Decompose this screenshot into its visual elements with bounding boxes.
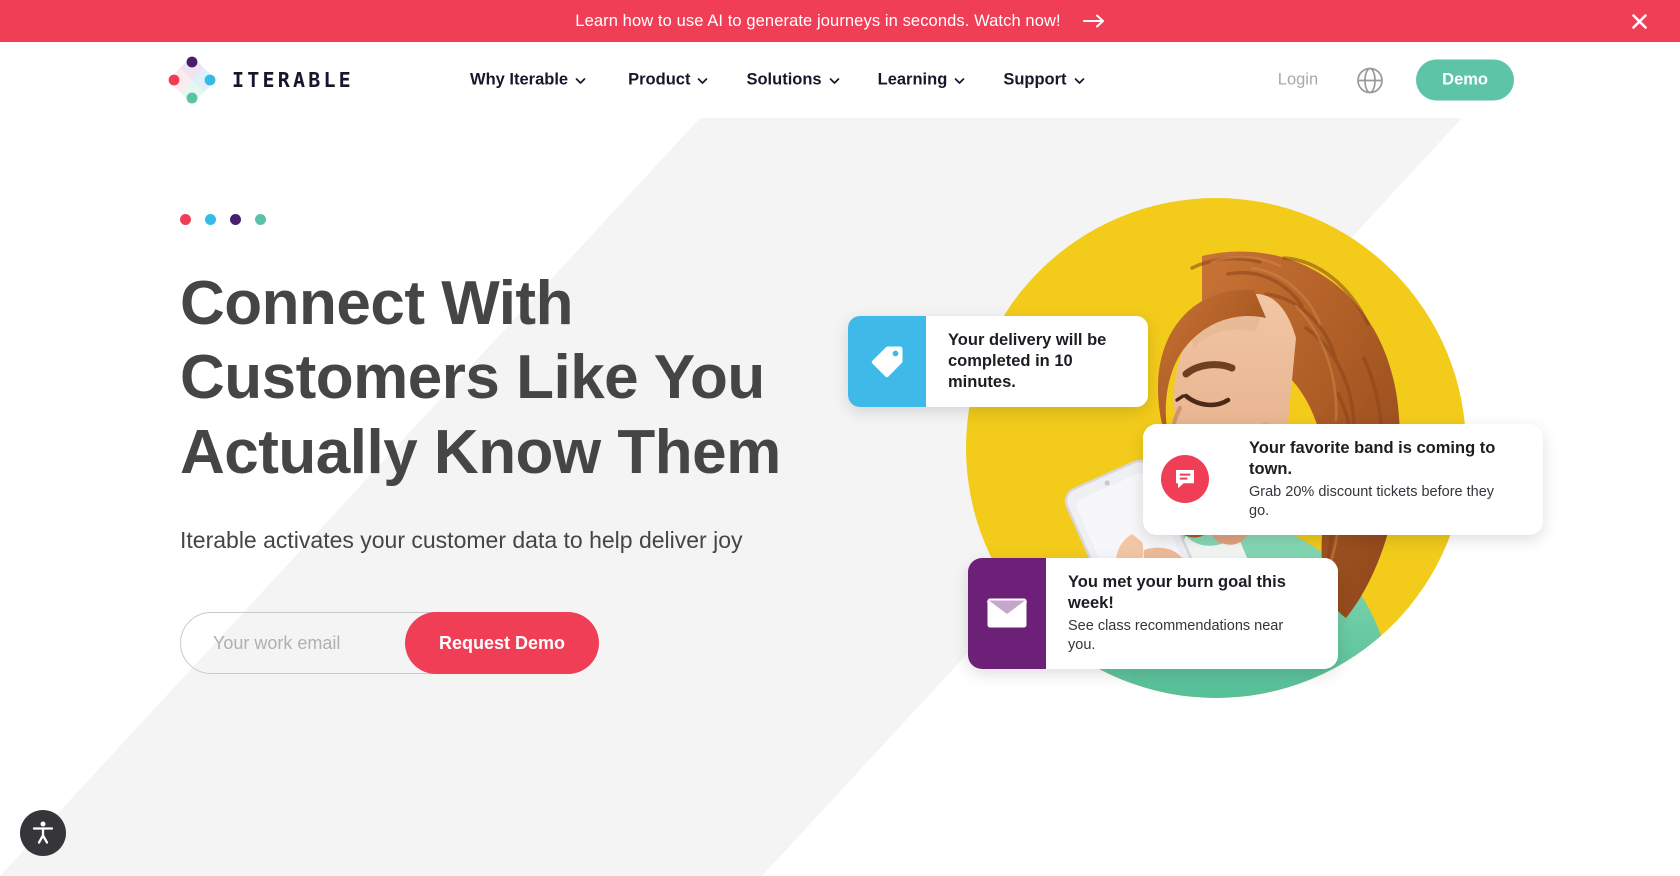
nav-item-learning[interactable]: Learning [878, 71, 1004, 90]
hero-section: Connect With Customers Like You Actually… [0, 118, 1680, 876]
dot-blue-icon [205, 214, 216, 225]
nav-item-label: Learning [877, 70, 948, 89]
login-link[interactable]: Login [1278, 71, 1318, 90]
notification-card-band[interactable]: Your favorite band is coming to town. Gr… [1143, 424, 1543, 535]
logo-wordmark: ITERABLE [232, 68, 354, 92]
announcement-banner-content[interactable]: Learn how to use AI to generate journeys… [575, 12, 1104, 31]
notification-title: You met your burn goal this week! [1068, 573, 1286, 613]
demo-button[interactable]: Demo [1416, 59, 1514, 101]
dot-red-icon [180, 214, 191, 225]
header-actions: Login Demo [1278, 59, 1514, 101]
nav-item-label: Why Iterable [470, 70, 569, 89]
nav-item-product[interactable]: Product [628, 71, 746, 90]
announcement-banner-text: Learn how to use AI to generate journeys… [575, 11, 1061, 30]
notification-card-delivery[interactable]: Your delivery will be completed in 10 mi… [848, 316, 1148, 408]
logo-home-link[interactable]: ITERABLE [166, 54, 354, 106]
page-root: Learn how to use AI to generate journeys… [0, 0, 1680, 876]
envelope-icon [968, 558, 1046, 669]
chevron-down-icon [829, 76, 840, 87]
nav-item-label: Product [628, 70, 691, 89]
notification-subtitle: Grab 20% discount tickets before they go… [1249, 484, 1495, 520]
chevron-down-icon [697, 76, 708, 87]
chevron-down-icon [1074, 76, 1085, 87]
hero-decorative-dots [180, 214, 820, 225]
notification-card-body: Your delivery will be completed in 10 mi… [926, 316, 1148, 408]
chat-bubble-icon-wrap [1143, 424, 1227, 535]
chevron-down-icon [954, 76, 965, 87]
dot-purple-icon [230, 214, 241, 225]
accessibility-person-icon [30, 819, 56, 848]
hero-headline: Connect With Customers Like You Actually… [180, 269, 781, 487]
notification-card-body: You met your burn goal this week! See cl… [1046, 558, 1338, 669]
nav-item-solutions[interactable]: Solutions [746, 71, 877, 90]
close-icon[interactable] [1626, 8, 1652, 34]
dot-teal-icon [255, 214, 266, 225]
site-header: ITERABLE Why Iterable Product Solutions [0, 42, 1680, 118]
nav-item-support[interactable]: Support [1003, 71, 1084, 90]
arrow-right-icon[interactable] [1082, 14, 1105, 28]
request-demo-form: Request Demo [180, 612, 599, 675]
iterable-diamond-logo-icon [166, 54, 218, 106]
nav-item-why-iterable[interactable]: Why Iterable [470, 71, 628, 90]
notification-title: Your delivery will be completed in 10 mi… [948, 331, 1107, 392]
notification-title: Your favorite band is coming to town. [1249, 439, 1496, 479]
notification-card-burn-goal[interactable]: You met your burn goal this week! See cl… [968, 558, 1338, 669]
accessibility-button[interactable] [20, 810, 66, 856]
request-demo-button[interactable]: Request Demo [404, 612, 599, 675]
globe-icon[interactable] [1356, 66, 1384, 94]
chevron-down-icon [575, 76, 586, 87]
hero-subheadline: Iterable activates your customer data to… [180, 527, 743, 554]
notification-subtitle: See class recommendations near you. [1068, 618, 1284, 654]
chat-bubble-icon [1161, 455, 1209, 504]
primary-navigation: Why Iterable Product Solutions Learning [470, 71, 1085, 90]
announcement-banner: Learn how to use AI to generate journeys… [0, 0, 1680, 42]
nav-item-label: Support [1003, 70, 1067, 89]
tag-icon [848, 316, 926, 408]
notification-card-body: Your favorite band is coming to town. Gr… [1227, 424, 1543, 535]
hero-copy: Connect With Customers Like You Actually… [180, 214, 820, 675]
nav-item-label: Solutions [746, 70, 822, 89]
